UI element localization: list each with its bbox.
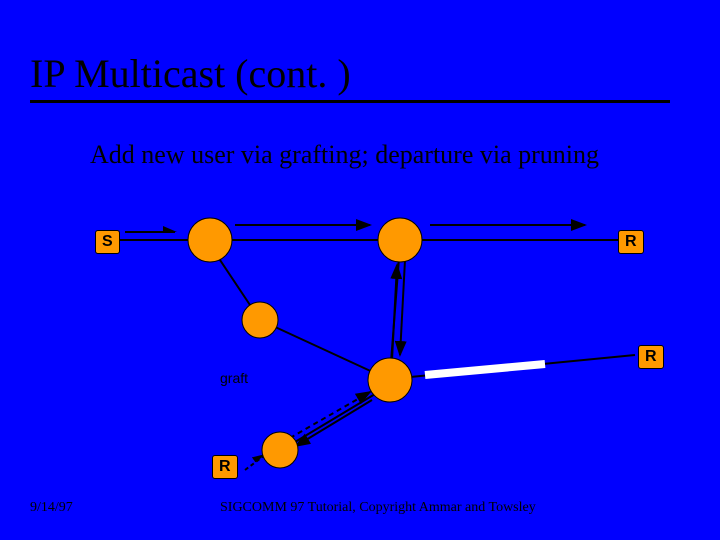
footer-credit: SIGCOMM 97 Tutorial, Copyright Ammar and… — [220, 500, 536, 516]
footer-date: 9/14/97 — [30, 500, 73, 516]
graft-label: graft — [220, 370, 248, 386]
network-diagram — [0, 0, 720, 540]
node-source: S — [95, 230, 120, 254]
node-receiver-1: R — [618, 230, 644, 254]
node-receiver-3: R — [212, 455, 238, 479]
node-receiver-2: R — [638, 345, 664, 369]
